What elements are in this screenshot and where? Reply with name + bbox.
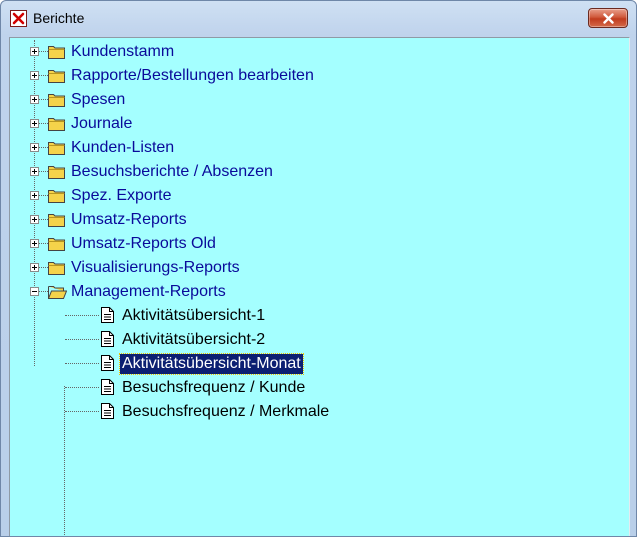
expand-plus-icon[interactable] <box>30 47 39 56</box>
reports-dialog: Berichte Kundenstamm Rapporte/Bestellung… <box>0 0 637 537</box>
folder-icon <box>48 142 65 155</box>
tree-connector <box>39 51 48 52</box>
expand-plus-icon[interactable] <box>30 263 39 272</box>
tree-folder-management-reports[interactable]: Management-Reports <box>10 280 629 304</box>
folder-icon <box>48 238 65 251</box>
tree-connector <box>65 315 99 316</box>
folder-icon <box>48 46 65 59</box>
folder-icon <box>48 262 65 275</box>
tree-connector <box>39 267 48 268</box>
report-document-icon <box>101 403 114 419</box>
expand-plus-icon[interactable] <box>30 119 39 128</box>
tree-connector <box>65 363 99 364</box>
tree-connector <box>39 171 48 172</box>
tree-connector <box>39 219 48 220</box>
close-button[interactable] <box>588 8 628 28</box>
close-icon <box>603 13 614 24</box>
expand-plus-icon[interactable] <box>30 191 39 200</box>
tree-folder-umsatz-reports[interactable]: Umsatz-Reports <box>10 208 629 232</box>
folder-icon <box>48 118 65 131</box>
tree-report-aktivitaet-2[interactable]: Aktivitätsübersicht-2 <box>10 328 629 352</box>
tree-report-besuchsfrequenz-kunde[interactable]: Besuchsfrequenz / Kunde <box>10 376 629 400</box>
report-document-icon <box>101 355 114 371</box>
tree-report-label: Aktivitätsübersicht-2 <box>122 331 266 348</box>
open-folder-icon <box>48 286 67 299</box>
tree-folder-label: Umsatz-Reports Old <box>71 235 216 252</box>
tree-connector <box>39 75 48 76</box>
report-document-icon <box>101 379 114 395</box>
folder-icon <box>48 166 65 179</box>
title-bar[interactable]: Berichte <box>1 1 636 37</box>
tree-report-label: Besuchsfrequenz / Kunde <box>122 379 306 396</box>
tree-connector <box>65 411 99 412</box>
tree-folder-umsatz-reports-old[interactable]: Umsatz-Reports Old <box>10 232 629 256</box>
tree-connector <box>39 147 48 148</box>
tree-folder-visualisierungs-reports[interactable]: Visualisierungs-Reports <box>10 256 629 280</box>
tree-folder-label: Spesen <box>71 91 126 108</box>
tree-folder-spez-exporte[interactable]: Spez. Exporte <box>10 184 629 208</box>
tree-report-aktivitaet-1[interactable]: Aktivitätsübersicht-1 <box>10 304 629 328</box>
expand-plus-icon[interactable] <box>30 215 39 224</box>
collapse-minus-icon[interactable] <box>30 287 39 296</box>
tree-folder-label: Visualisierungs-Reports <box>71 259 240 276</box>
tree-folder-label: Spez. Exporte <box>71 187 172 204</box>
tree-folder-label: Rapporte/Bestellungen bearbeiten <box>71 67 314 84</box>
tree-connector <box>39 195 48 196</box>
tree-folder-label: Umsatz-Reports <box>71 211 187 228</box>
tree-folder-spesen[interactable]: Spesen <box>10 88 629 112</box>
tree-connector <box>39 99 48 100</box>
tree-folder-label: Kundenstamm <box>71 43 175 60</box>
expand-plus-icon[interactable] <box>30 71 39 80</box>
window-title: Berichte <box>33 10 85 26</box>
tree-connector <box>39 291 48 292</box>
tree-connector <box>65 339 99 340</box>
dialog-client-area: Kundenstamm Rapporte/Bestellungen bearbe… <box>9 37 630 536</box>
tree-folder-besuchsberichte[interactable]: Besuchsberichte / Absenzen <box>10 160 629 184</box>
folder-icon <box>48 70 65 83</box>
tree-report-label: Besuchsfrequenz / Merkmale <box>122 403 330 420</box>
report-document-icon <box>101 331 114 347</box>
expand-plus-icon[interactable] <box>30 239 39 248</box>
folder-icon <box>48 94 65 107</box>
folder-icon <box>48 214 65 227</box>
report-tree-view[interactable]: Kundenstamm Rapporte/Bestellungen bearbe… <box>9 37 630 536</box>
tree-report-besuchsfrequenz-merkmale[interactable]: Besuchsfrequenz / Merkmale <box>10 400 629 424</box>
tree-folder-kundenstamm[interactable]: Kundenstamm <box>10 40 629 64</box>
tree-folder-label: Management-Reports <box>71 283 226 300</box>
tree-report-label: Aktivitätsübersicht-1 <box>122 307 266 324</box>
tree-folder-label: Journale <box>71 115 133 132</box>
expand-plus-icon[interactable] <box>30 143 39 152</box>
app-x-icon <box>10 10 27 27</box>
tree-folder-kunden-listen[interactable]: Kunden-Listen <box>10 136 629 160</box>
tree-connector <box>39 243 48 244</box>
tree-connector <box>65 387 99 388</box>
tree-report-label-selected: Aktivitätsübersicht-Monat <box>119 353 304 375</box>
folder-icon <box>48 190 65 203</box>
expand-plus-icon[interactable] <box>30 167 39 176</box>
report-document-icon <box>101 307 114 323</box>
tree-folder-label: Besuchsberichte / Absenzen <box>71 163 273 180</box>
expand-plus-icon[interactable] <box>30 95 39 104</box>
tree-connector <box>39 123 48 124</box>
tree-folder-journale[interactable]: Journale <box>10 112 629 136</box>
tree-folder-rapporte[interactable]: Rapporte/Bestellungen bearbeiten <box>10 64 629 88</box>
tree-folder-label: Kunden-Listen <box>71 139 175 156</box>
tree-report-aktivitaet-monat[interactable]: Aktivitätsübersicht-Monat <box>10 352 629 376</box>
